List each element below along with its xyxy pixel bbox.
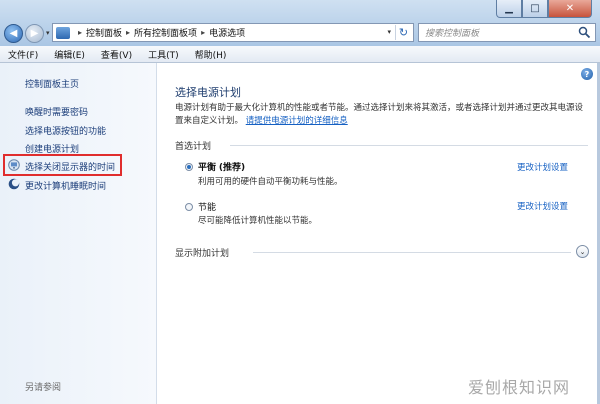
search-input[interactable]: 搜索控制面板 bbox=[418, 23, 596, 42]
section-divider bbox=[253, 252, 571, 253]
address-dropdown-icon[interactable]: ▾ bbox=[387, 28, 391, 36]
balanced-plan-tag: (推荐) bbox=[218, 163, 246, 173]
balanced-plan-radio[interactable] bbox=[185, 163, 193, 171]
search-placeholder: 搜索控制面板 bbox=[425, 29, 480, 39]
menu-file[interactable]: 文件(F) bbox=[8, 48, 38, 61]
power-saver-plan-description: 尽可能降低计算机性能以节能。 bbox=[198, 216, 318, 226]
chevron-down-icon[interactable]: ⌄ bbox=[576, 245, 589, 258]
balanced-plan-title: 平衡 bbox=[198, 163, 217, 173]
sidebar-item-wake-password[interactable]: 唤醒时需要密码 bbox=[25, 105, 88, 118]
menu-edit[interactable]: 编辑(E) bbox=[54, 48, 85, 61]
balanced-change-settings-link[interactable]: 更改计划设置 bbox=[517, 161, 568, 173]
sidebar-item-power-button[interactable]: 选择电源按钮的功能 bbox=[25, 124, 106, 137]
sidebar-home-link[interactable]: 控制面板主页 bbox=[25, 77, 79, 90]
back-button[interactable]: ◀ bbox=[4, 23, 23, 43]
window-controls: ▁ □ ✕ bbox=[496, 0, 592, 18]
balanced-plan-name[interactable]: 平衡 (推荐) bbox=[198, 160, 245, 173]
help-icon[interactable]: ? bbox=[581, 68, 593, 80]
power-saver-change-settings-link[interactable]: 更改计划设置 bbox=[517, 200, 568, 212]
preferred-plans-heading: 首选计划 bbox=[175, 142, 212, 152]
control-panel-icon bbox=[56, 26, 70, 39]
breadcrumb-separator: ▸ bbox=[201, 28, 206, 37]
see-also-heading: 另请参阅 bbox=[25, 383, 62, 393]
minimize-button[interactable]: ▁ bbox=[496, 0, 522, 18]
power-saver-plan-radio[interactable] bbox=[185, 203, 193, 211]
breadcrumb-control-panel[interactable]: 控制面板 bbox=[86, 26, 122, 39]
page-title: 选择电源计划 bbox=[175, 86, 241, 99]
sidebar: 控制面板主页 唤醒时需要密码 选择电源按钮的功能 创建电源计划 选择关闭显示器的… bbox=[0, 63, 157, 404]
description-text: 电源计划有助于最大化计算机的性能或者节能。通过选择计划来将其激活，或者选择计划并… bbox=[175, 103, 584, 126]
breadcrumb-power-options[interactable]: 电源选项 bbox=[209, 26, 245, 39]
power-saver-plan-name[interactable]: 节能 bbox=[198, 200, 216, 213]
section-divider bbox=[230, 145, 588, 146]
menu-help[interactable]: 帮助(H) bbox=[195, 48, 227, 61]
recent-pages-dropdown[interactable]: ▾ bbox=[46, 29, 50, 37]
additional-plans-heading[interactable]: 显示附加计划 bbox=[175, 246, 229, 259]
refresh-icon[interactable]: ↻ bbox=[395, 25, 411, 40]
search-icon[interactable] bbox=[578, 26, 591, 39]
page-description: 电源计划有助于最大化计算机的性能或者节能。通过选择计划来将其激活，或者选择计划并… bbox=[175, 102, 587, 128]
watermark-text: 爱刨根知识网 bbox=[467, 378, 570, 397]
address-bar[interactable]: ▸ 控制面板 ▸ 所有控制面板项 ▸ 电源选项 ▾ ↻ bbox=[52, 23, 414, 42]
breadcrumb-all-items[interactable]: 所有控制面板项 bbox=[134, 26, 197, 39]
menu-bar: 文件(F) 编辑(E) 查看(V) 工具(T) 帮助(H) bbox=[0, 46, 600, 63]
close-button[interactable]: ✕ bbox=[548, 0, 592, 18]
moon-sleep-icon bbox=[8, 178, 20, 190]
plan-details-link[interactable]: 请提供电源计划的详细信息 bbox=[246, 116, 348, 126]
forward-button[interactable]: ▶ bbox=[25, 23, 44, 43]
balanced-plan-description: 利用可用的硬件自动平衡功耗与性能。 bbox=[198, 177, 343, 187]
highlight-box bbox=[3, 154, 122, 176]
window-titlebar: ▁ □ ✕ ◀ ▶ ▾ ▸ 控制面板 ▸ 所有控制面板项 ▸ 电源选项 ▾ ↻ … bbox=[0, 0, 600, 46]
breadcrumb-separator: ▸ bbox=[126, 28, 131, 37]
maximize-button[interactable]: □ bbox=[522, 0, 548, 18]
breadcrumb-separator: ▸ bbox=[78, 28, 83, 37]
sidebar-item-sleep-time[interactable]: 更改计算机睡眠时间 bbox=[25, 179, 106, 192]
main-content: ? 选择电源计划 电源计划有助于最大化计算机的性能或者节能。通过选择计划来将其激… bbox=[158, 63, 600, 404]
menu-view[interactable]: 查看(V) bbox=[101, 48, 132, 61]
menu-tools[interactable]: 工具(T) bbox=[148, 48, 179, 61]
